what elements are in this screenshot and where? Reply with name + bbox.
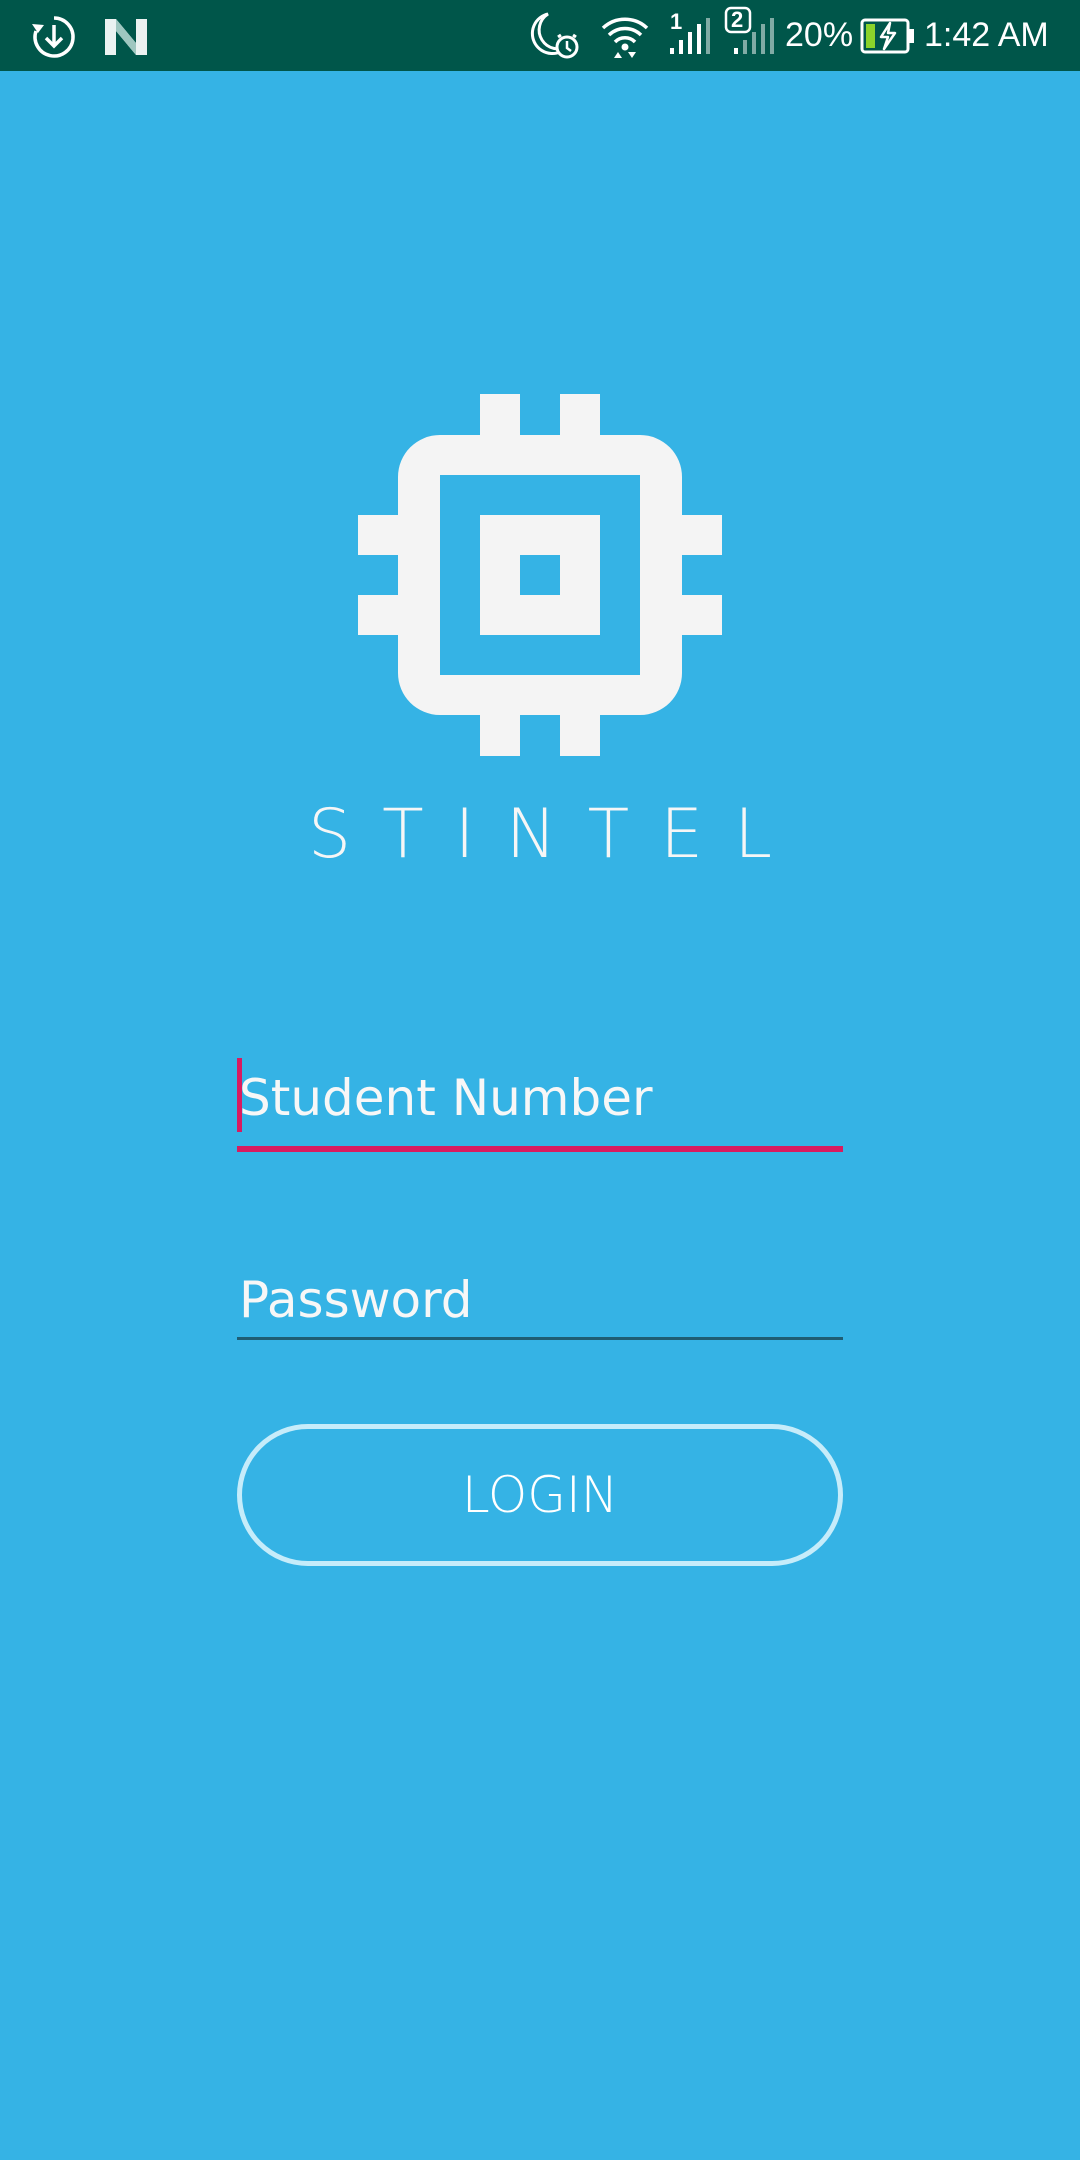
- clock-time: 1:42 AM: [924, 16, 1049, 54]
- password-input[interactable]: [237, 1260, 843, 1340]
- password-underline: [237, 1337, 843, 1340]
- n-notification-icon: [105, 19, 147, 55]
- password-field-container: [237, 1260, 843, 1340]
- do-not-disturb-alarm-icon: [530, 12, 579, 59]
- student-number-input[interactable]: [237, 1058, 843, 1138]
- student-number-underline: [237, 1146, 843, 1152]
- battery-charging-icon: [860, 18, 914, 54]
- app-name: STINTEL: [307, 795, 803, 874]
- text-caret: [237, 1058, 242, 1132]
- wifi-icon: [601, 17, 649, 58]
- login-button[interactable]: LOGIN: [237, 1424, 843, 1566]
- student-number-field-container: [237, 1058, 843, 1152]
- status-bar: 1 2 20% 1:42 AM: [0, 0, 1080, 71]
- sync-download-icon: [32, 16, 75, 58]
- chip-icon: [358, 394, 722, 756]
- battery-percent: 20%: [785, 16, 854, 54]
- signal-sim2-icon: [734, 18, 774, 54]
- signal-sim1-icon: [670, 18, 710, 54]
